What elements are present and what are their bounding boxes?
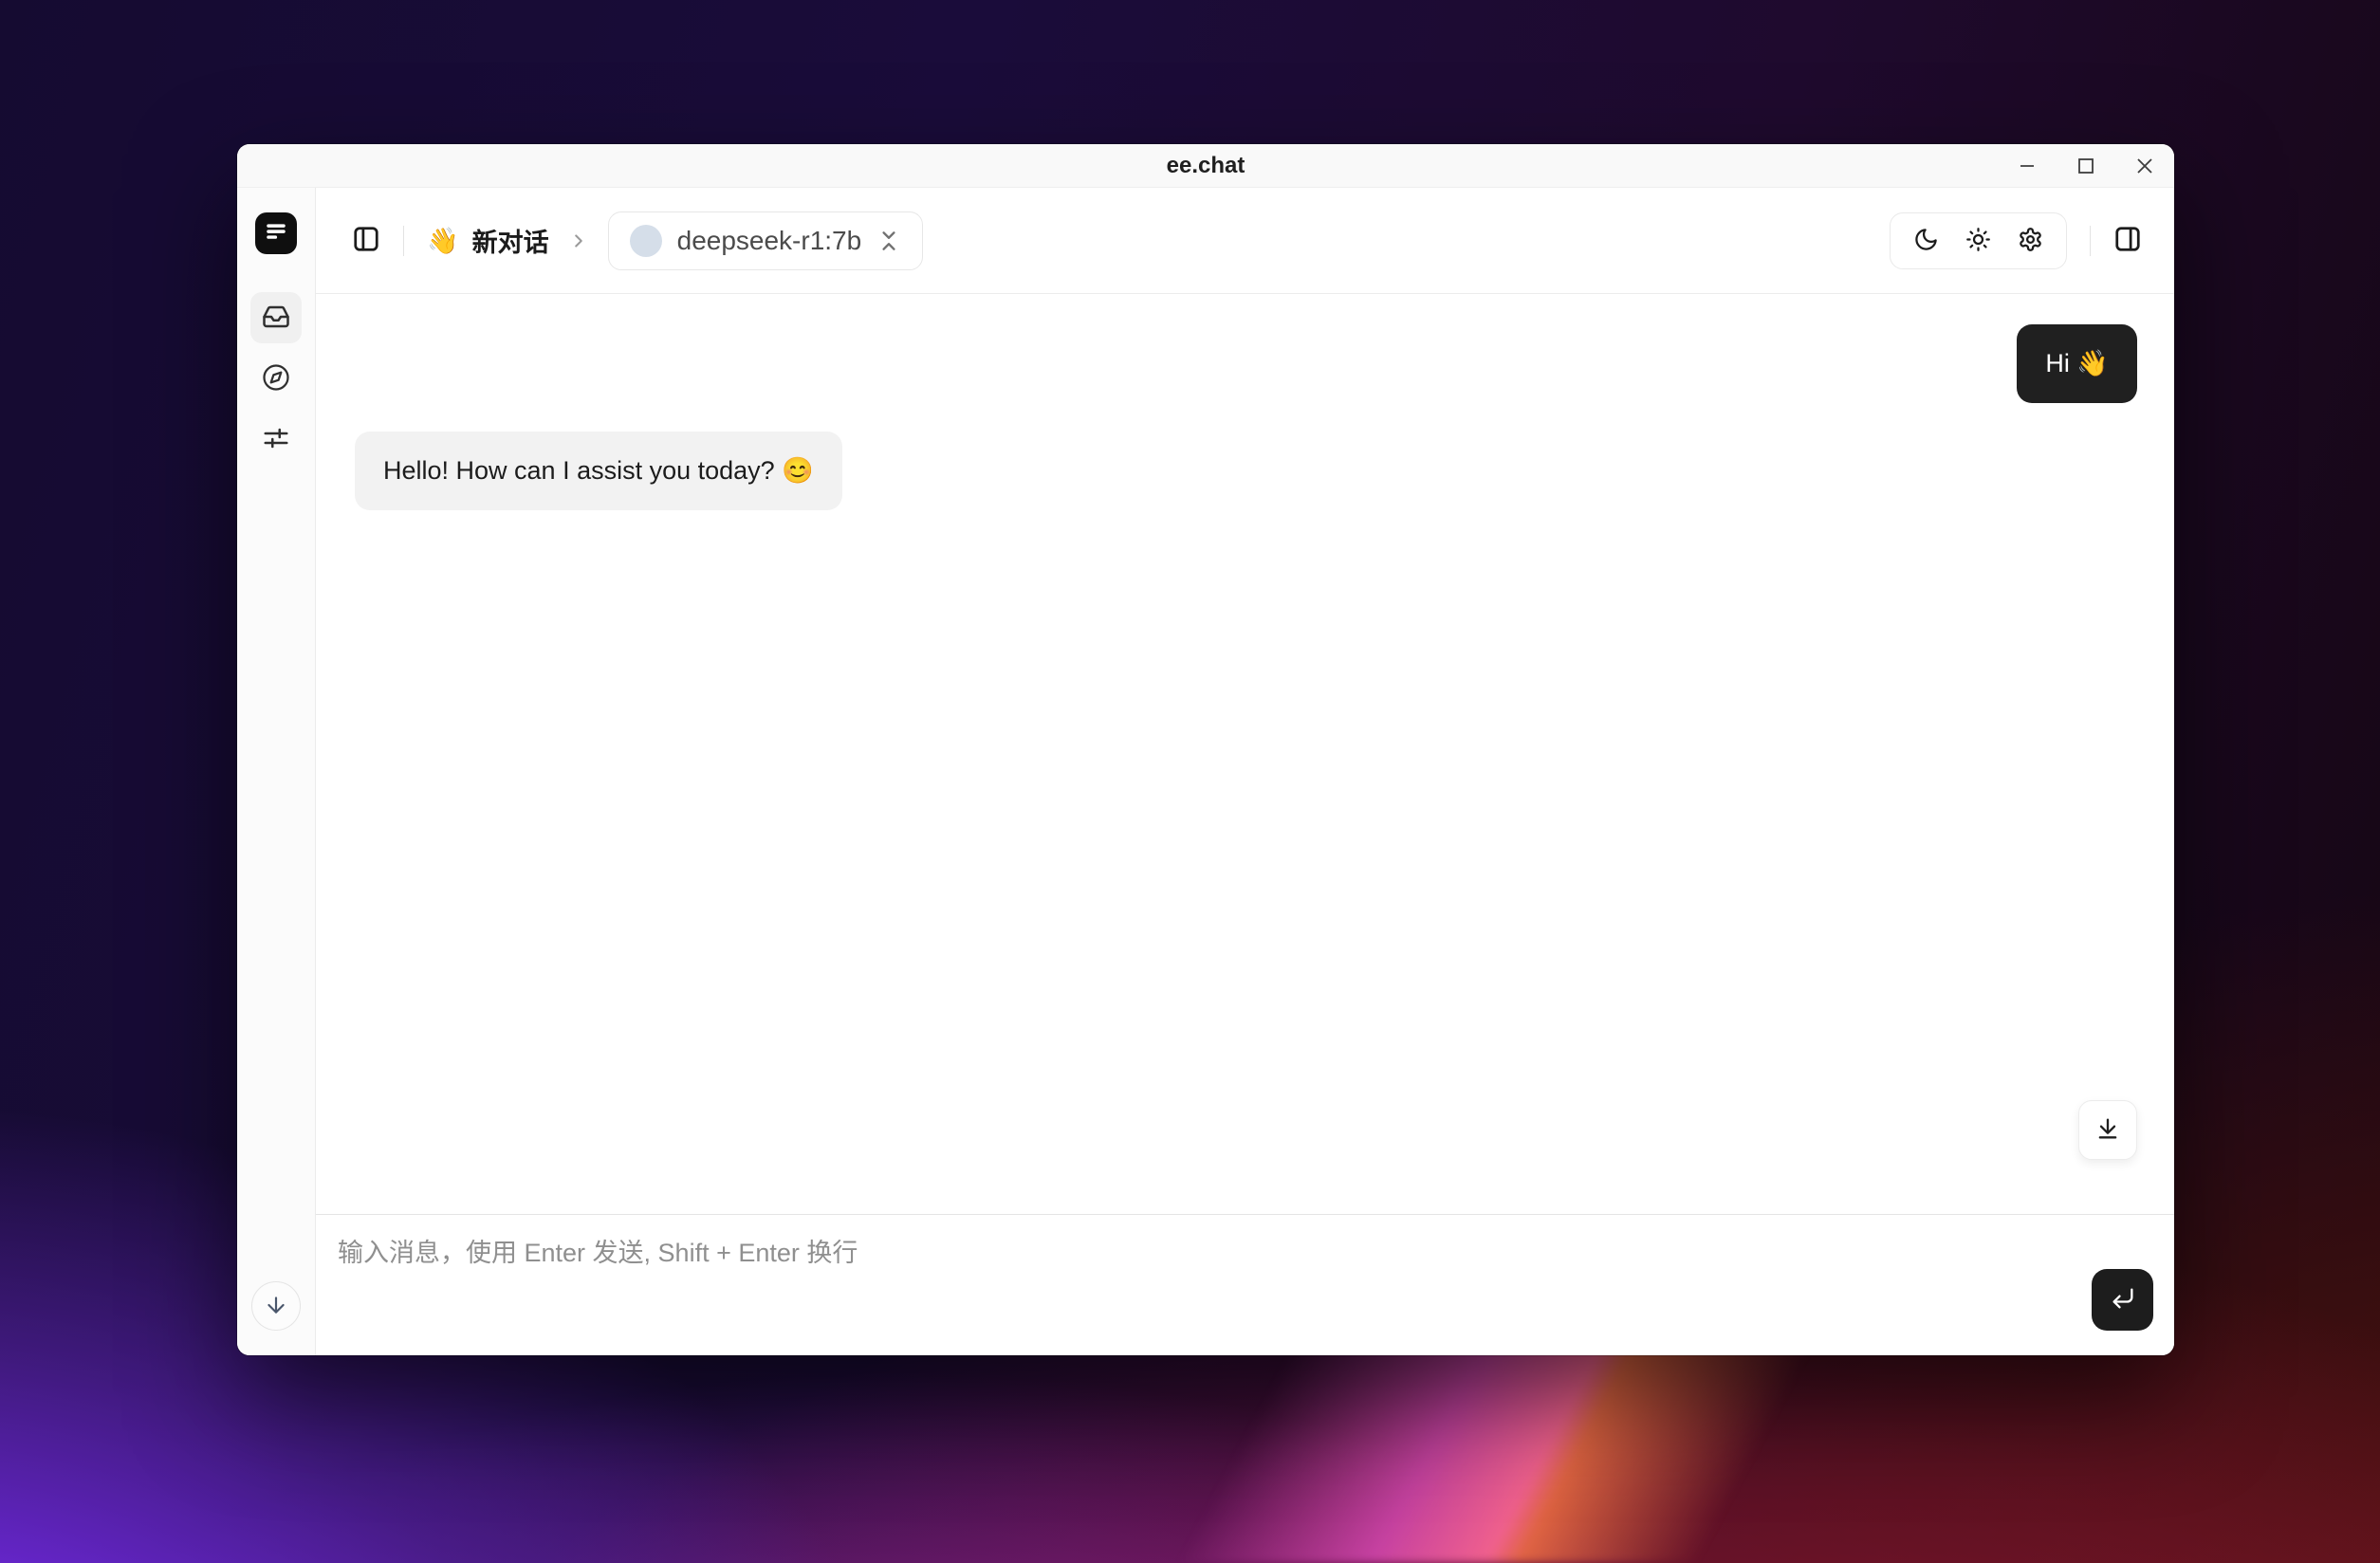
- send-button[interactable]: [2092, 1269, 2153, 1331]
- dark-mode-button[interactable]: [1913, 227, 1939, 255]
- header-divider: [403, 226, 404, 256]
- left-rail: [237, 188, 316, 1355]
- app-logo: [255, 212, 297, 254]
- conversation-emoji: 👋: [427, 226, 459, 256]
- arrow-down-icon: [264, 1293, 288, 1320]
- model-selector[interactable]: deepseek-r1:7b: [608, 211, 924, 270]
- composer: [316, 1214, 2174, 1355]
- header-right-divider: [2090, 226, 2091, 256]
- model-name: deepseek-r1:7b: [677, 226, 862, 256]
- minimize-icon: [2018, 156, 2037, 175]
- window-title: ee.chat: [237, 153, 2174, 179]
- sliders-icon: [262, 424, 290, 455]
- desktop-wallpaper: ee.chat: [0, 0, 2380, 1563]
- app-body: 👋 新对话 deepseek-r1:7b: [237, 188, 2174, 1355]
- header-actions: [1890, 212, 2142, 269]
- sidebar-toggle-button[interactable]: [352, 225, 380, 256]
- sun-icon: [1965, 227, 1991, 255]
- message-row-user: Hi 👋: [355, 324, 2137, 403]
- sidebar-item-chats[interactable]: [250, 292, 302, 343]
- panel-left-icon: [352, 225, 380, 256]
- compass-icon: [262, 363, 290, 395]
- inbox-icon: [262, 303, 290, 334]
- chat-header: 👋 新对话 deepseek-r1:7b: [316, 188, 2174, 294]
- right-panel-toggle-button[interactable]: [2113, 225, 2142, 256]
- maximize-button[interactable]: [2057, 144, 2115, 188]
- conversation-title: 新对话: [472, 222, 549, 259]
- text-lines-icon: [264, 219, 288, 248]
- sidebar-item-discover[interactable]: [250, 353, 302, 404]
- model-avatar: [630, 225, 662, 257]
- message-input[interactable]: [336, 1234, 2070, 1336]
- message-list: Hi 👋 Hello! How can I assist you today? …: [316, 294, 2174, 1214]
- panel-right-icon: [2113, 225, 2142, 256]
- app-window: ee.chat: [237, 144, 2174, 1355]
- message-row-assistant: Hello! How can I assist you today? 😊: [355, 432, 2137, 510]
- assistant-message-bubble: Hello! How can I assist you today? 😊: [355, 432, 842, 510]
- sidebar-item-settings[interactable]: [250, 414, 302, 465]
- enter-icon: [2110, 1285, 2136, 1315]
- moon-icon: [1913, 227, 1939, 255]
- gear-icon: [2018, 227, 2043, 255]
- chevrons-collapse-icon: [876, 229, 901, 253]
- rail-scroll-down-button[interactable]: [251, 1281, 301, 1331]
- main-column: 👋 新对话 deepseek-r1:7b: [316, 188, 2174, 1355]
- scroll-to-bottom-button[interactable]: [2078, 1100, 2137, 1160]
- close-button[interactable]: [2115, 144, 2174, 188]
- chevron-right-icon: [568, 230, 589, 251]
- minimize-button[interactable]: [1998, 144, 2057, 188]
- theme-switcher: [1890, 212, 2067, 269]
- user-message-bubble: Hi 👋: [2017, 324, 2137, 403]
- maximize-icon: [2076, 156, 2095, 175]
- light-mode-button[interactable]: [1965, 227, 1991, 255]
- arrow-down-to-line-icon: [2094, 1115, 2121, 1145]
- system-theme-button[interactable]: [2018, 227, 2043, 255]
- window-titlebar[interactable]: ee.chat: [237, 144, 2174, 188]
- close-icon: [2135, 156, 2154, 175]
